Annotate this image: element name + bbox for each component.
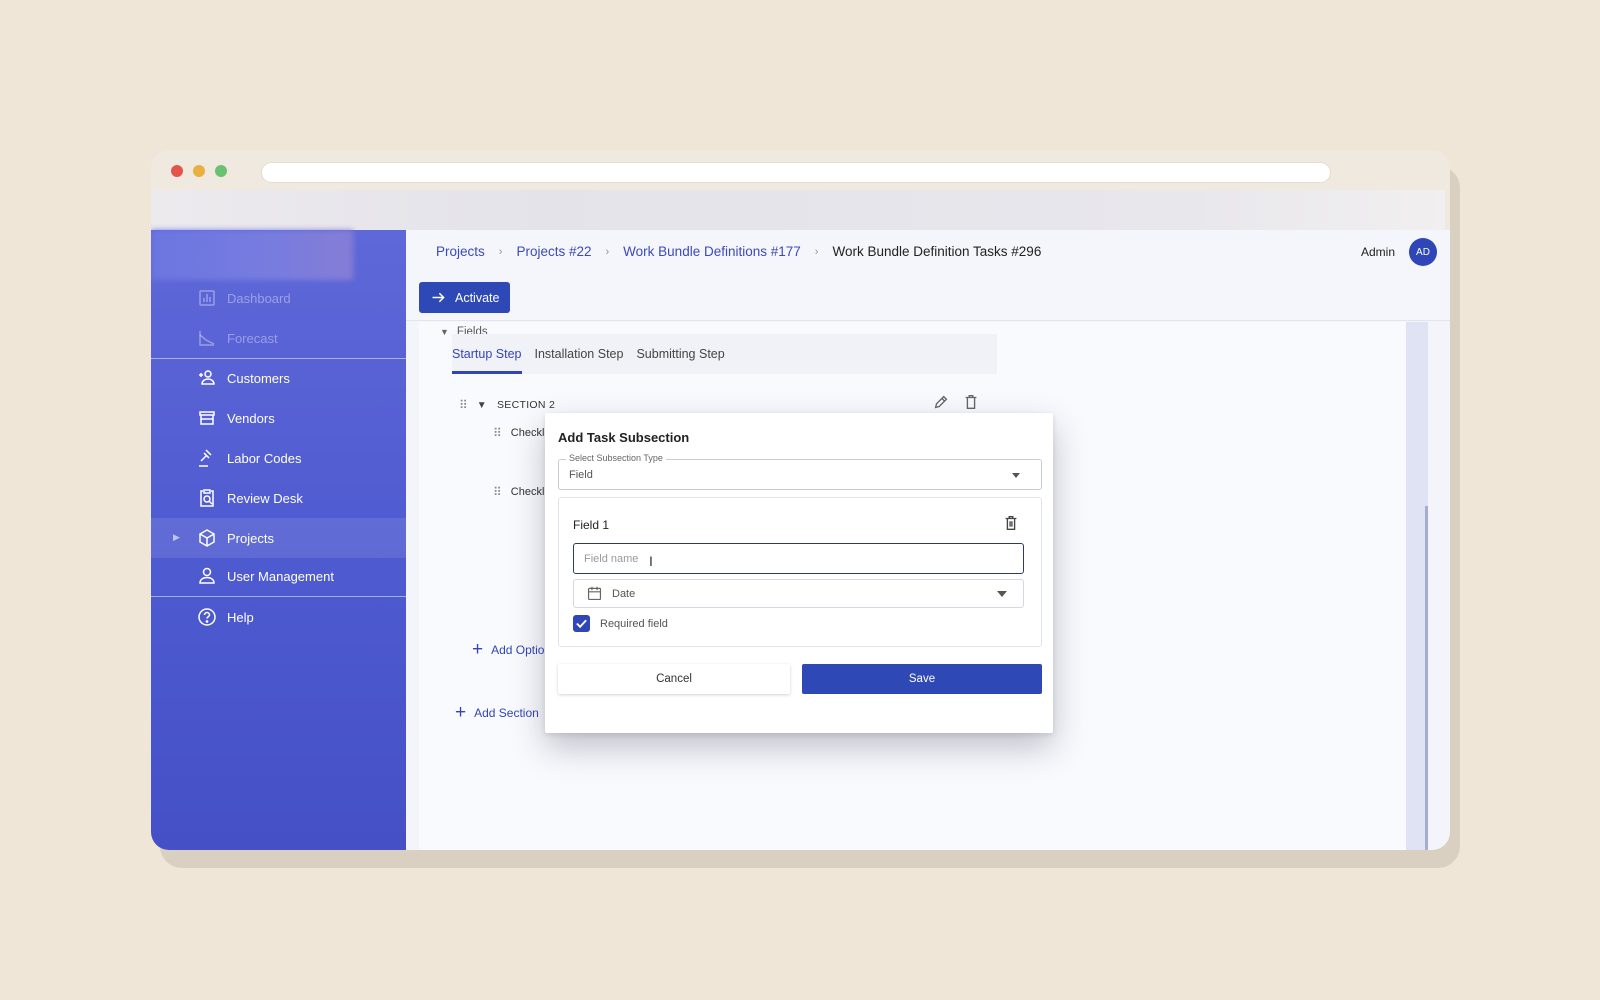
chevron-right-icon: ›: [814, 245, 819, 258]
maximize-window-button[interactable]: [215, 165, 227, 177]
breadcrumb-projects[interactable]: Projects: [436, 244, 485, 259]
plus-icon: +: [472, 639, 484, 660]
triangle-down-icon[interactable]: ▼: [477, 400, 487, 411]
chevron-down-icon: [1012, 473, 1020, 478]
tab-submitting-step[interactable]: Submitting Step: [636, 347, 724, 374]
sidebar-item-vendors[interactable]: Vendors: [151, 398, 406, 438]
field-name-input[interactable]: [573, 543, 1024, 574]
add-task-subsection-dialog: Add Task Subsection Select Subsection Ty…: [545, 413, 1053, 733]
address-bar[interactable]: [261, 162, 1331, 183]
section-header: ⠿ ▼ SECTION 2: [459, 398, 555, 412]
field-card-title: Field 1: [573, 518, 610, 532]
add-option-button[interactable]: + Add Optio: [472, 640, 544, 659]
breadcrumb-project-22[interactable]: Projects #22: [516, 244, 591, 259]
trash-icon[interactable]: [1002, 514, 1020, 532]
required-field-checkbox[interactable]: [573, 615, 590, 632]
save-button[interactable]: Save: [802, 664, 1042, 694]
sidebar-item-label: Projects: [227, 530, 274, 546]
drag-handle-icon[interactable]: ⠿: [493, 426, 502, 440]
breadcrumb-current: Work Bundle Definition Tasks #296: [832, 244, 1042, 259]
sidebar-item-forecast[interactable]: Forecast: [151, 318, 406, 358]
forecast-icon: [199, 331, 215, 346]
subsection-row: ⠿ Checkl: [493, 426, 544, 440]
subsection-label: Checkl: [510, 427, 545, 439]
sidebar-item-help[interactable]: Help: [151, 597, 406, 637]
avatar[interactable]: AD: [1409, 238, 1437, 266]
action-bar: Activate: [406, 274, 1450, 321]
field-card: Field 1 I Date Required field: [558, 497, 1042, 647]
activate-button-label: Activate: [455, 290, 500, 305]
sidebar-item-label: Review Desk: [227, 490, 303, 506]
drag-handle-icon[interactable]: ⠿: [459, 398, 468, 412]
sidebar: Dashboard Forecast Customers Vendors Lab…: [151, 230, 406, 850]
add-option-label: Add Optio: [491, 642, 545, 657]
user-menu[interactable]: Admin AD: [1361, 238, 1437, 266]
subsection-row: ⠿ Checkl: [493, 485, 544, 499]
step-tabs: Startup Step Installation Step Submittin…: [452, 334, 997, 374]
sidebar-item-label: Labor Codes: [227, 450, 302, 466]
close-window-button[interactable]: [171, 165, 183, 177]
sidebar-item-review-desk[interactable]: Review Desk: [151, 478, 406, 518]
arrow-right-icon: [432, 292, 445, 303]
sidebar-item-label: Dashboard: [227, 290, 291, 306]
subsection-type-label: Select Subsection Type: [566, 453, 666, 463]
sidebar-item-label: User Management: [227, 568, 334, 584]
add-section-label: Add Section: [474, 705, 539, 720]
sidebar-item-customers[interactable]: Customers: [151, 358, 406, 398]
sidebar-item-user-management[interactable]: User Management: [151, 556, 406, 596]
text-cursor-icon: I: [649, 553, 653, 569]
add-section-button[interactable]: + Add Section: [455, 703, 539, 722]
user-name: Admin: [1360, 245, 1395, 259]
browser-toolbar: [151, 190, 1445, 230]
chevron-right-icon: ›: [605, 245, 610, 258]
dialog-title: Add Task Subsection: [558, 430, 690, 445]
triangle-down-icon: ▼: [440, 327, 449, 337]
required-field-row: Required field: [573, 615, 668, 632]
header: Projects › Projects #22 › Work Bundle De…: [406, 230, 1450, 274]
activate-button[interactable]: Activate: [419, 282, 511, 313]
required-field-label: Required field: [600, 617, 668, 630]
cube-icon: [199, 529, 215, 547]
edit-icon[interactable]: [932, 393, 950, 411]
chevron-right-icon: ›: [498, 245, 503, 258]
person-icon: [199, 567, 215, 584]
subsection-type-value: Field: [569, 469, 593, 481]
checkmark-icon: [576, 619, 587, 629]
sidebar-item-label: Customers: [227, 370, 290, 386]
add-user-icon: [199, 370, 215, 385]
expand-caret-icon: ▶: [173, 532, 180, 542]
title-bar: [151, 150, 1450, 190]
help-icon: [198, 608, 216, 626]
logo: [151, 230, 353, 280]
clipboard-search-icon: [200, 489, 214, 507]
drag-handle-icon[interactable]: ⠿: [493, 485, 502, 499]
chevron-down-icon: [997, 591, 1007, 597]
trash-icon[interactable]: [962, 393, 980, 411]
sidebar-item-label: Forecast: [227, 330, 278, 346]
cancel-button[interactable]: Cancel: [558, 664, 790, 694]
sidebar-item-labor-codes[interactable]: Labor Codes: [151, 438, 406, 478]
scrollbar-thumb[interactable]: [1425, 506, 1428, 850]
minimize-window-button[interactable]: [193, 165, 205, 177]
tab-installation-step[interactable]: Installation Step: [535, 347, 624, 374]
field-type-value: Date: [612, 588, 636, 600]
breadcrumb: Projects › Projects #22 › Work Bundle De…: [436, 244, 1041, 259]
sidebar-item-dashboard[interactable]: Dashboard: [151, 278, 406, 318]
breadcrumb-work-bundle-definitions[interactable]: Work Bundle Definitions #177: [623, 244, 801, 259]
sidebar-item-label: Vendors: [227, 410, 275, 426]
subsection-type-select[interactable]: Select Subsection Type Field: [558, 453, 1042, 490]
field-type-select[interactable]: Date: [573, 579, 1024, 608]
chart-icon: [199, 290, 215, 306]
plus-icon: +: [455, 702, 467, 723]
sidebar-item-projects[interactable]: ▶ Projects: [151, 518, 406, 558]
sidebar-item-label: Help: [227, 609, 254, 625]
store-icon: [199, 411, 215, 425]
gavel-icon: [199, 449, 212, 467]
tab-startup-step[interactable]: Startup Step: [452, 347, 522, 374]
calendar-icon: [587, 586, 602, 601]
section-title: SECTION 2: [497, 399, 556, 411]
subsection-label: Checkl: [510, 486, 545, 498]
